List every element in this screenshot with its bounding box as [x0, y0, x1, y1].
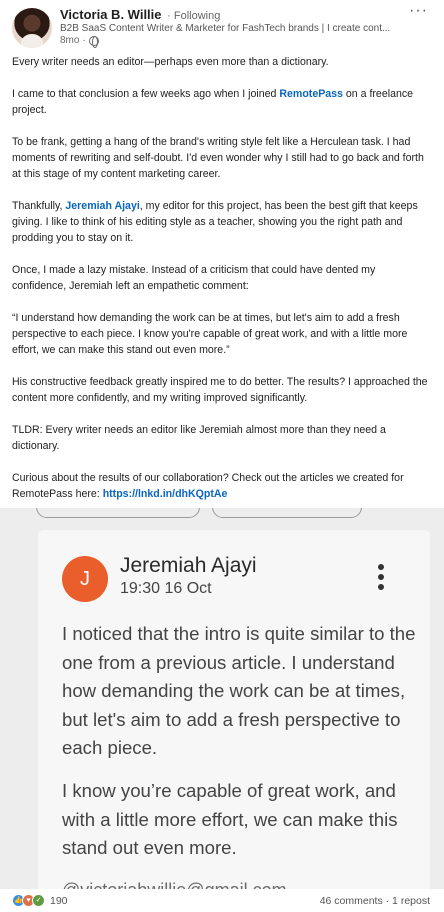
- globe-icon: [88, 35, 99, 48]
- button-outline: [36, 508, 200, 518]
- post-paragraph: Curious about the results of our collabo…: [12, 472, 404, 500]
- sent-time: 19:30 16 Oct: [120, 580, 212, 597]
- button-outline: [212, 508, 362, 518]
- mention-jeremiah-ajayi[interactable]: Jeremiah Ajayi: [65, 200, 139, 212]
- post-paragraph: To be frank, getting a hang of the brand…: [12, 136, 424, 180]
- articles-link[interactable]: https://lnkd.in/dhKQptAe: [103, 488, 228, 500]
- post-paragraph: Once, I made a lazy mistake. Instead of …: [12, 264, 376, 292]
- social-bar: 👍 ♥ ✓ 190 46 comments · 1 repost: [0, 889, 444, 912]
- reaction-count: 190: [50, 894, 68, 907]
- kebab-menu-icon: [378, 564, 384, 590]
- post-quote: “I understand how demanding the work can…: [12, 312, 408, 356]
- more-options-icon[interactable]: ···: [409, 2, 428, 20]
- author-name-row: Victoria B. Willie · Following: [60, 7, 220, 22]
- post-image[interactable]: J Jeremiah Ajayi 19:30 16 Oct I noticed …: [0, 508, 444, 889]
- author-headline: B2B SaaS Content Writer & Marketer for F…: [60, 23, 391, 34]
- message-paragraph: I noticed that the intro is quite simila…: [62, 623, 416, 759]
- post-body: Every writer needs an editor—perhaps eve…: [12, 54, 432, 518]
- comments-reposts[interactable]: 46 comments · 1 repost: [320, 895, 430, 907]
- reactions-summary[interactable]: 👍 ♥ ✓ 190: [12, 894, 68, 907]
- follow-status: · Following: [167, 10, 221, 22]
- email-message: I noticed that the intro is quite simila…: [62, 620, 422, 877]
- mention-remotepass[interactable]: RemotePass: [279, 88, 343, 100]
- post-paragraph: Thankfully, Jeremiah Ajayi, my editor fo…: [12, 200, 418, 244]
- post-paragraph: Every writer needs an editor—perhaps eve…: [12, 56, 329, 68]
- email-address-peek: @victoriabwillie@gmail.com: [62, 880, 287, 889]
- sender-avatar: J: [62, 556, 108, 602]
- post-age: 8mo: [60, 35, 80, 46]
- post-paragraph: TLDR: Every writer needs an editor like …: [12, 424, 386, 452]
- author-name[interactable]: Victoria B. Willie: [60, 7, 162, 22]
- support-reaction-icon: ✓: [32, 894, 45, 907]
- message-paragraph: I know you’re capable of great work, and…: [62, 779, 398, 859]
- post-paragraph: I came to that conclusion a few weeks ag…: [12, 88, 414, 116]
- email-card: J Jeremiah Ajayi 19:30 16 Oct I noticed …: [38, 530, 430, 889]
- post-paragraph: His constructive feedback greatly inspir…: [12, 376, 428, 404]
- sender-name: Jeremiah Ajayi: [120, 554, 257, 577]
- author-avatar[interactable]: [12, 8, 52, 48]
- post-meta: 8mo ·: [60, 35, 99, 48]
- post-header: Victoria B. Willie · Following B2B SaaS …: [0, 0, 444, 52]
